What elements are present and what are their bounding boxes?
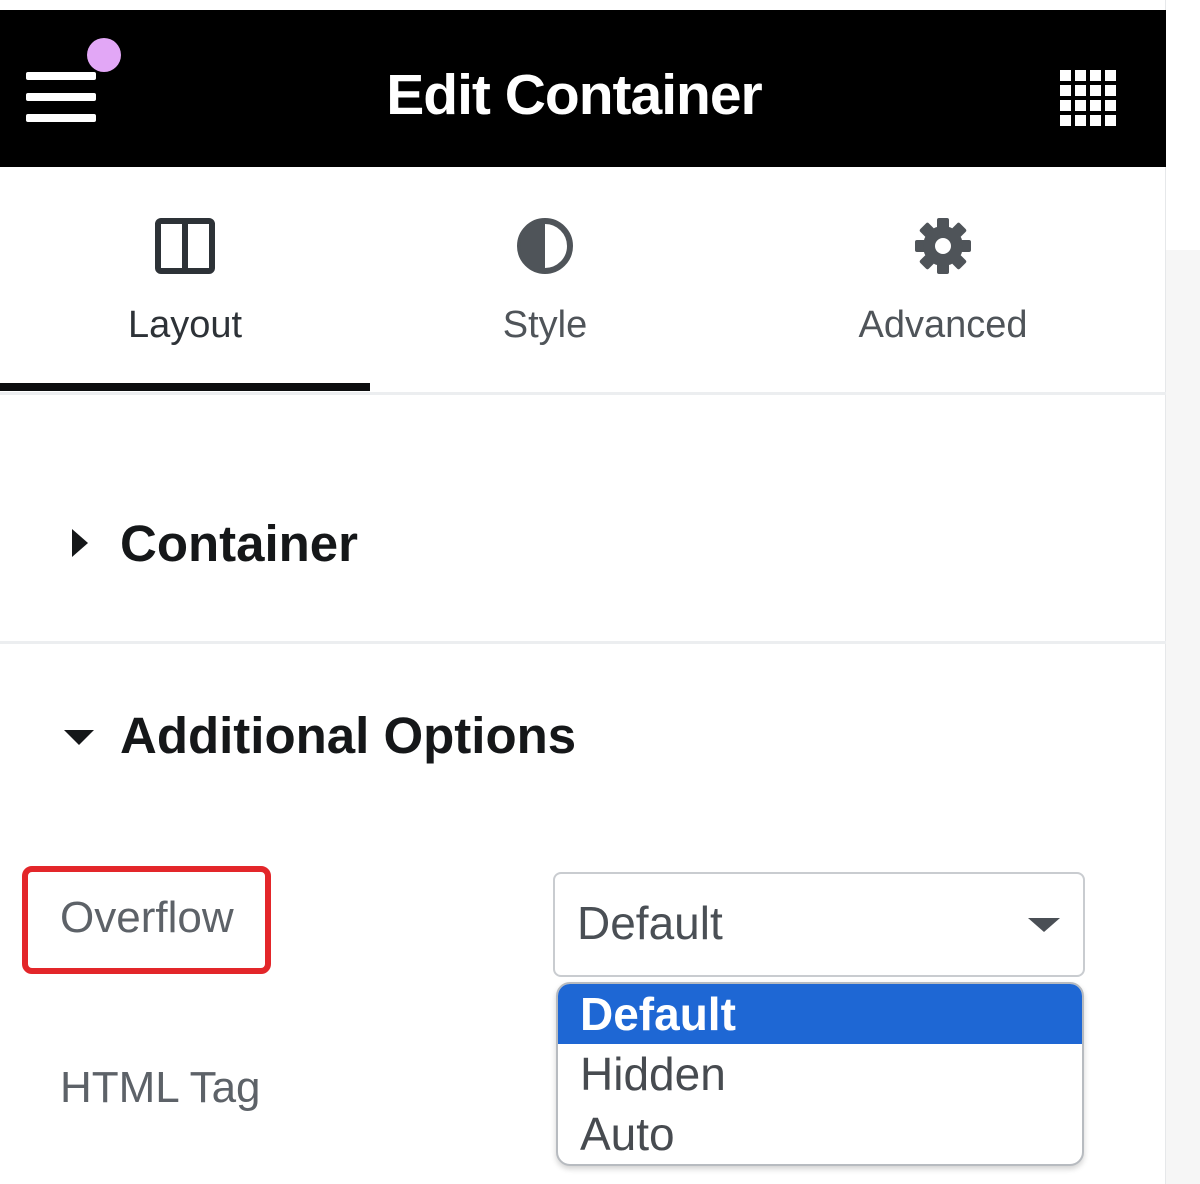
active-tab-indicator [0, 383, 370, 391]
overflow-option-hidden[interactable]: Hidden [558, 1044, 1082, 1104]
tab-advanced-label: Advanced [858, 304, 1028, 346]
tab-advanced[interactable]: Advanced [720, 190, 1166, 390]
columns-layout-icon [155, 218, 215, 274]
panel-header: Edit Container [0, 10, 1166, 167]
edit-container-panel: Edit Container Layout Style Advanced Con… [0, 0, 1166, 1184]
overflow-dropdown-list: Default Hidden Auto [556, 982, 1084, 1166]
panel-title: Edit Container [386, 63, 763, 127]
html-tag-label: HTML Tag [60, 1063, 261, 1112]
overflow-highlight-box [22, 866, 271, 974]
tab-layout-label: Layout [127, 304, 243, 346]
tabs-divider [0, 392, 1166, 395]
section-additional-options-toggle[interactable]: Additional Options [0, 692, 1166, 782]
tab-style-label: Style [502, 304, 588, 346]
gear-icon [915, 218, 971, 274]
overflow-select[interactable]: Default [553, 872, 1085, 977]
half-circle-contrast-icon [517, 218, 573, 274]
section-additional-options-title: Additional Options [120, 707, 577, 764]
overflow-select-value: Default [577, 897, 723, 949]
section-container-toggle[interactable]: Container [0, 500, 1166, 590]
tab-style[interactable]: Style [370, 190, 720, 390]
overflow-option-auto[interactable]: Auto [558, 1104, 1082, 1164]
chevron-down-icon [1028, 918, 1060, 932]
canvas-shade [1166, 250, 1200, 1184]
overflow-option-default[interactable]: Default [558, 984, 1082, 1044]
section-divider [0, 641, 1166, 644]
tab-layout[interactable]: Layout [0, 190, 370, 390]
editor-canvas-edge [1166, 0, 1200, 1184]
grid-apps-icon[interactable] [1060, 70, 1116, 126]
caret-down-icon [64, 730, 94, 745]
caret-right-icon [72, 529, 88, 557]
section-container-title: Container [120, 515, 359, 572]
